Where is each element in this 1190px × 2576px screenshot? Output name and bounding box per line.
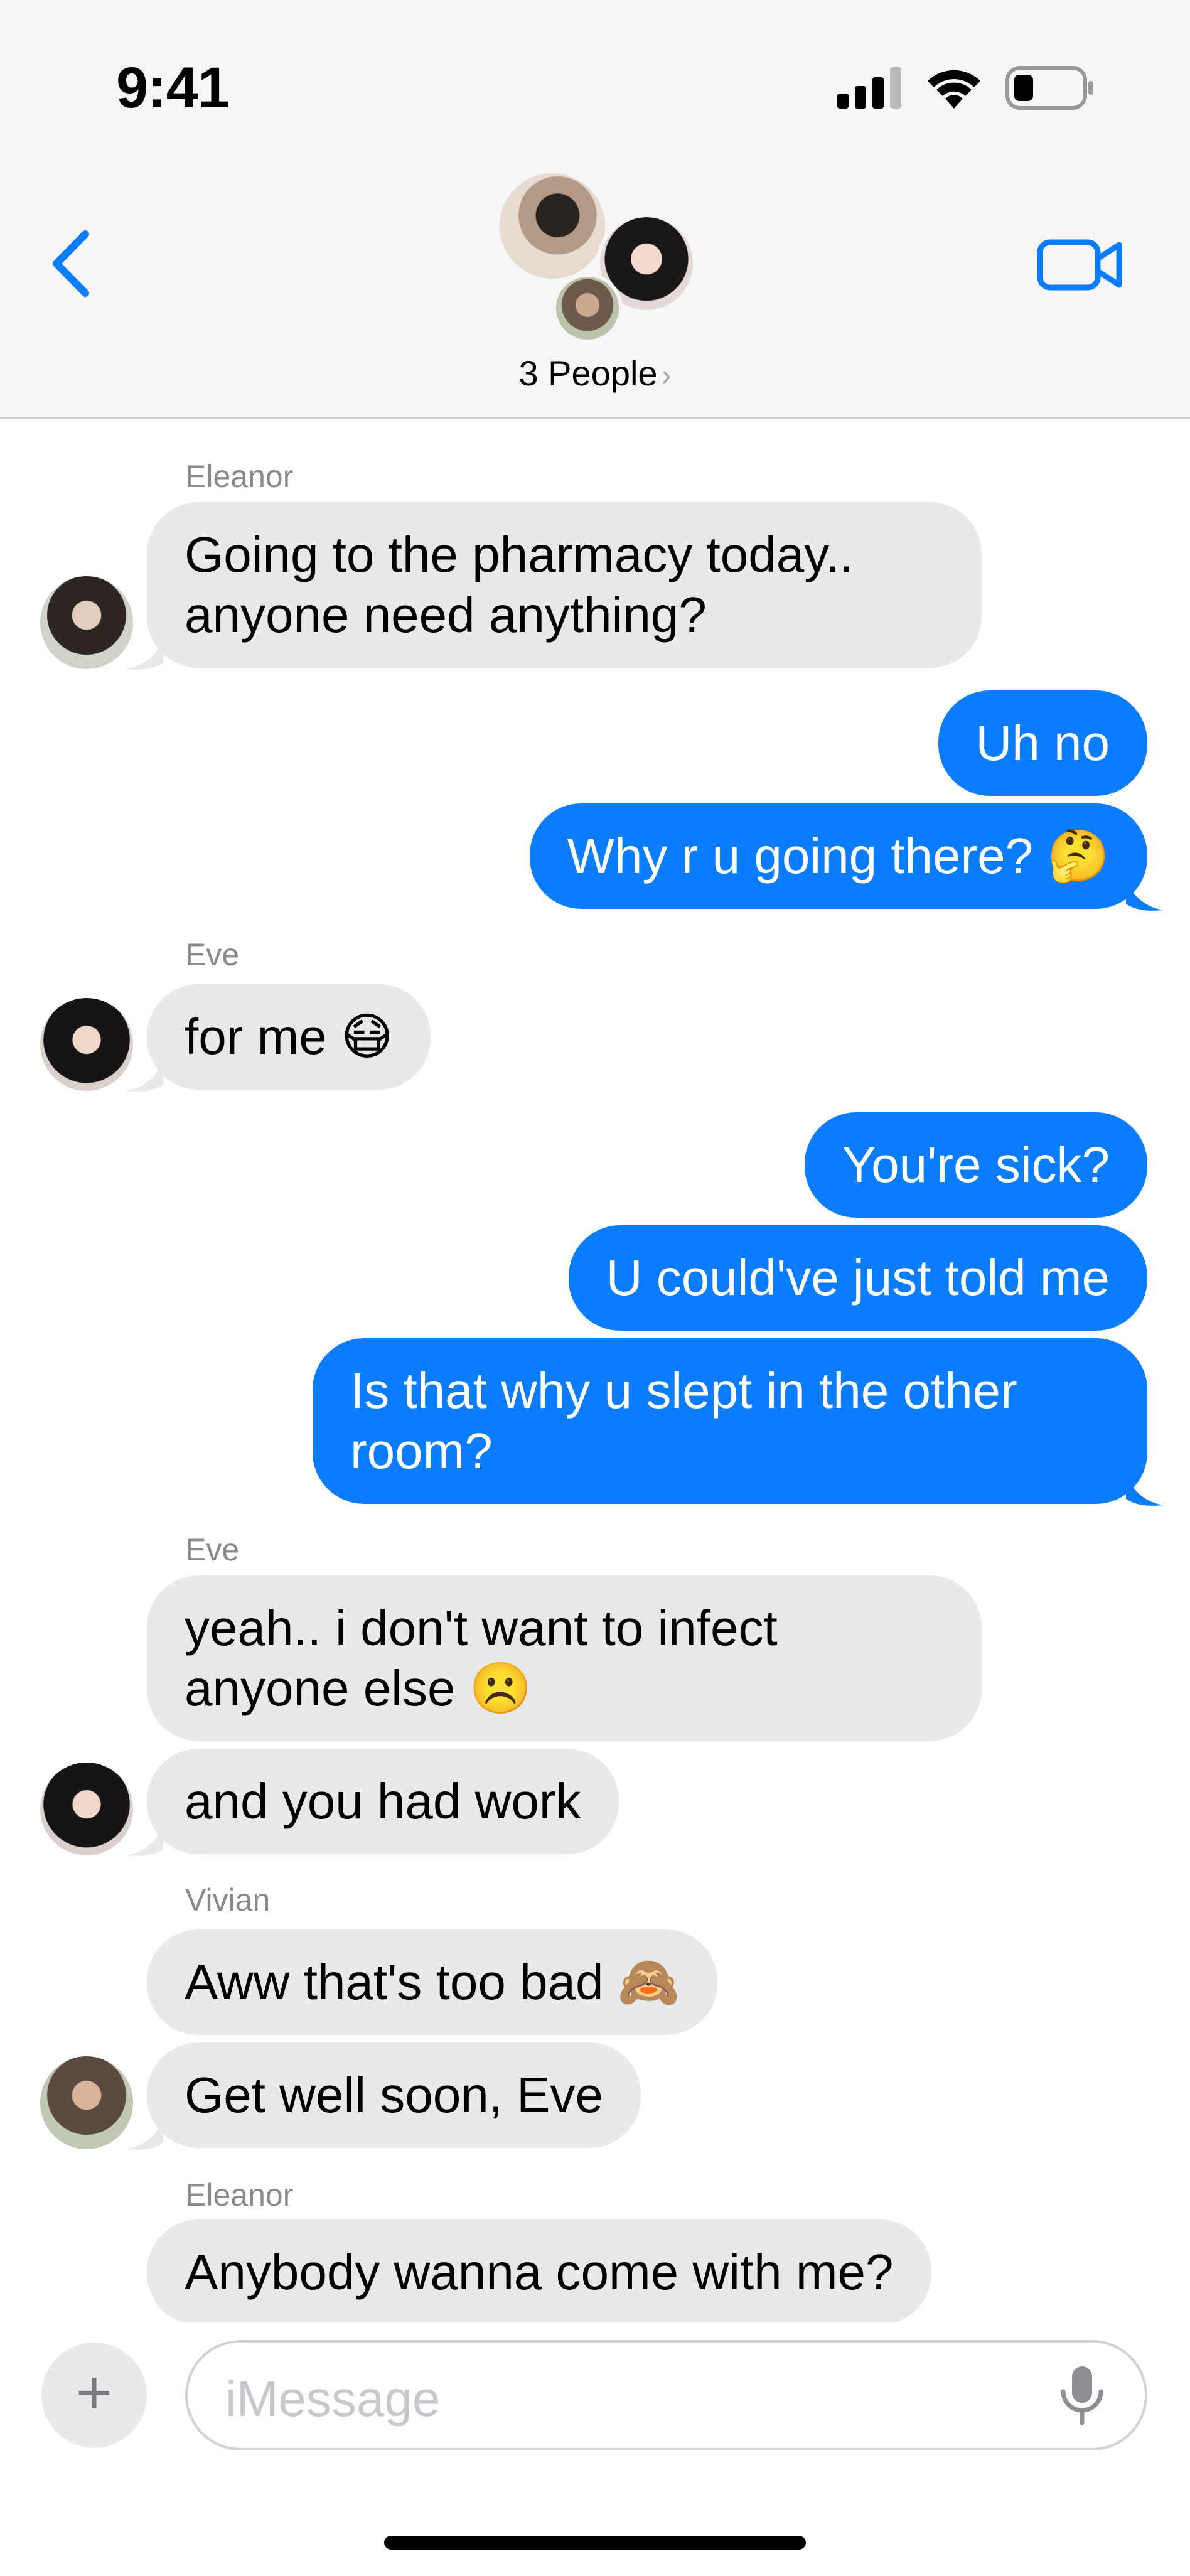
message-bubble[interactable]: U could've just told me [568, 1225, 1147, 1331]
avatar[interactable] [40, 1763, 133, 1855]
status-icons [837, 63, 1096, 113]
avatar [496, 169, 609, 282]
avatar[interactable] [40, 576, 133, 669]
status-time: 9:41 [116, 56, 230, 120]
sender-name: Eleanor [185, 459, 294, 494]
navigation-header: 9:41 3 People › [0, 0, 1190, 419]
bubble-tail [126, 2120, 163, 2150]
group-avatars[interactable] [496, 169, 703, 345]
message-input[interactable]: iMessage [185, 2340, 1147, 2450]
message-text: Anybody wanna come with me? [185, 2244, 894, 2300]
bubble-tail [1126, 881, 1164, 911]
message-bubble[interactable]: and you had work [147, 1749, 619, 1854]
message-line: Is that why u slept in the other [350, 1363, 1017, 1419]
message-bubble[interactable]: Anybody wanna come with me? [147, 2219, 931, 2325]
chevron-right-icon: › [661, 359, 672, 392]
battery-icon [1005, 66, 1093, 110]
bubble-tail [126, 1827, 163, 1856]
avatar[interactable] [40, 2056, 133, 2149]
sender-name: Eve [185, 1532, 240, 1567]
message-bubble[interactable]: yeah.. i don't want to infect anyone els… [147, 1575, 982, 1741]
message-line: Going to the pharmacy today.. [185, 527, 854, 582]
cellular-signal-icon [837, 67, 901, 109]
message-bubble[interactable]: Uh no [938, 690, 1147, 796]
microphone-icon[interactable] [1057, 2364, 1107, 2427]
message-line: room? [350, 1423, 493, 1479]
message-input-placeholder: iMessage [225, 2371, 441, 2427]
message-text: for me 😷 [185, 1009, 394, 1065]
message-text: U could've just told me [606, 1250, 1110, 1306]
group-label: 3 People [518, 353, 658, 393]
sender-name: Eleanor [185, 2177, 294, 2213]
message-bubble[interactable]: Going to the pharmacy today.. anyone nee… [147, 502, 982, 668]
message-line: anyone else ☹️ [185, 1660, 532, 1716]
message-bubble[interactable]: Why r u going there? 🤔 [529, 803, 1147, 909]
add-attachment-button[interactable]: + [41, 2343, 147, 2448]
avatar [552, 273, 623, 343]
home-indicator [384, 2536, 806, 2550]
message-text: Why r u going there? 🤔 [567, 828, 1110, 884]
message-bubble[interactable]: Get well soon, Eve [147, 2042, 641, 2148]
message-bubble[interactable]: Aww that's too bad 🙈 [147, 1929, 718, 2035]
message-bubble[interactable]: Is that why u slept in the other room? [313, 1338, 1147, 1504]
back-chevron-icon[interactable] [46, 229, 97, 298]
bubble-tail [126, 1062, 163, 1092]
message-text: and you had work [185, 1773, 581, 1829]
message-text: Aww that's too bad 🙈 [185, 1954, 680, 2010]
wifi-icon [928, 70, 980, 109]
sender-name: Vivian [185, 1882, 271, 1918]
message-bubble[interactable]: You're sick? [805, 1112, 1147, 1218]
message-line: anyone need anything? [185, 587, 707, 643]
bubble-tail [1126, 1476, 1164, 1506]
avatar[interactable] [40, 998, 133, 1091]
message-line: yeah.. i don't want to infect [185, 1600, 778, 1656]
message-text: Uh no [975, 715, 1110, 771]
message-text: Get well soon, Eve [185, 2067, 603, 2123]
group-details-link[interactable]: 3 People › [0, 353, 1190, 394]
video-call-icon[interactable] [1036, 233, 1124, 296]
message-text: You're sick? [842, 1137, 1110, 1193]
bubble-tail [126, 640, 163, 670]
message-bubble[interactable]: for me 😷 [147, 984, 431, 1090]
sender-name: Eve [185, 937, 240, 972]
